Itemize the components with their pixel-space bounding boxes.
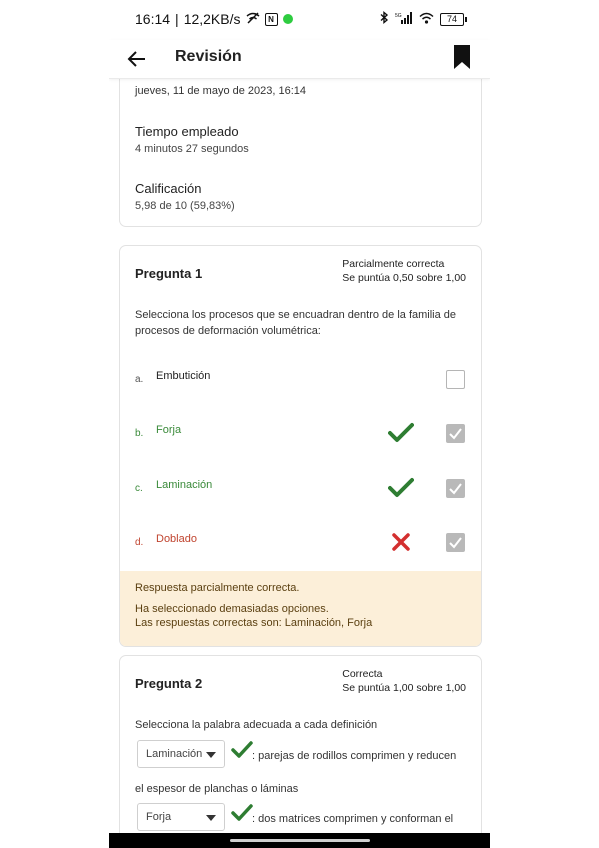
status-speed: 12,2KB/s (183, 11, 241, 27)
question-text: Selecciona los procesos que se encuadran… (135, 309, 457, 337)
time-value: 4 minutos 27 segundos (135, 143, 249, 155)
svg-text:5G: 5G (395, 13, 402, 19)
home-gesture-handle[interactable] (230, 839, 370, 842)
option-label: Laminación (156, 479, 213, 491)
checkbox-check-icon (449, 428, 462, 440)
chevron-down-icon (206, 752, 216, 758)
select-value: Forja (146, 811, 172, 823)
completed-date: jueves, 11 de mayo de 2023, 16:14 (135, 85, 307, 97)
question-title: Pregunta 2 (135, 676, 203, 691)
app-bar: Revisión (109, 40, 490, 79)
answer-select-2[interactable]: Forja (137, 803, 225, 831)
definition-text: : parejas de rodillos comprimen y reduce… (252, 750, 457, 762)
status-left: 16:14 | 12,2KB/s N (135, 11, 293, 27)
definition-continuation: el espesor de planchas o láminas (135, 783, 299, 795)
option-checkbox-checked (446, 424, 465, 443)
feedback-line-1: Ha seleccionado demasiadas opciones. (135, 603, 329, 615)
option-checkbox (446, 370, 465, 389)
option-checkbox-checked (446, 533, 465, 552)
wifi-off-icon (246, 11, 260, 27)
review-content[interactable]: jueves, 11 de mayo de 2023, 16:14 Tiempo… (109, 79, 490, 833)
incorrect-cross-icon (392, 533, 410, 551)
status-right: 5G 74 (379, 11, 467, 27)
option-letter: b. (135, 428, 144, 439)
question-card-2: Pregunta 2 Correcta Se puntúa 1,00 sobre… (119, 655, 482, 833)
time-label: Tiempo empleado (135, 124, 239, 139)
option-label: Forja (156, 424, 182, 436)
select-value: Laminación (146, 748, 203, 760)
option-b: b. Forja (135, 422, 466, 444)
navigation-bar (109, 833, 490, 848)
option-checkbox-checked (446, 479, 465, 498)
grade-label: Calificación (135, 181, 202, 196)
option-label: Embutición (156, 370, 211, 382)
feedback-summary: Respuesta parcialmente correcta. (135, 582, 300, 594)
back-button[interactable] (123, 45, 151, 73)
chevron-down-icon (206, 815, 216, 821)
answer-select-1[interactable]: Laminación (137, 740, 225, 768)
question-card-1: Pregunta 1 Parcialmente correcta Se punt… (119, 245, 482, 647)
bluetooth-icon (379, 11, 389, 27)
grade-value: 5,98 de 10 (59,83%) (135, 200, 235, 212)
question-state: Correcta (342, 668, 383, 680)
correct-check-icon (388, 478, 414, 497)
summary-card: jueves, 11 de mayo de 2023, 16:14 Tiempo… (119, 79, 482, 227)
question-status: Correcta Se puntúa 1,00 sobre 1,00 (342, 667, 466, 695)
question-status: Parcialmente correcta Se puntúa 0,50 sob… (342, 257, 466, 285)
option-a: a. Embutición (135, 368, 466, 390)
status-time: 16:14 (135, 11, 171, 27)
feedback-box: Respuesta parcialmente correcta. Ha sele… (120, 571, 481, 646)
arrow-left-icon (127, 51, 145, 67)
checkbox-check-icon (449, 537, 462, 549)
option-label: Doblado (156, 533, 197, 545)
correct-check-icon (231, 804, 253, 821)
option-letter: a. (135, 374, 144, 385)
wifi-icon (419, 12, 434, 27)
signal-icon: 5G (395, 11, 413, 27)
status-bar: 16:14 | 12,2KB/s N 5G 74 (109, 0, 490, 40)
definition-text: : dos matrices comprimen y conforman el (252, 813, 454, 825)
checkbox-check-icon (449, 483, 462, 495)
battery-icon: 74 (440, 12, 467, 26)
option-letter: c. (135, 483, 143, 494)
option-letter: d. (135, 537, 144, 548)
status-separator: | (175, 11, 179, 27)
bookmark-icon (454, 45, 470, 69)
page-title: Revisión (175, 48, 242, 65)
bookmark-button[interactable] (452, 43, 476, 71)
question-state: Parcialmente correcta (342, 258, 445, 270)
feedback-line-2: Las respuestas correctas son: Laminación… (135, 617, 373, 629)
correct-check-icon (231, 741, 253, 758)
green-dot-icon (282, 14, 293, 24)
phone-screen: 16:14 | 12,2KB/s N 5G 74 Revisión jueves… (109, 0, 490, 848)
question-score: Se puntúa 1,00 sobre 1,00 (342, 682, 466, 694)
question-text: Selecciona la palabra adecuada a cada de… (135, 719, 378, 731)
n-icon: N (264, 12, 278, 26)
question-score: Se puntúa 0,50 sobre 1,00 (342, 272, 466, 284)
correct-check-icon (388, 423, 414, 442)
question-title: Pregunta 1 (135, 266, 203, 281)
option-d: d. Doblado (135, 531, 466, 553)
option-c: c. Laminación (135, 477, 466, 499)
